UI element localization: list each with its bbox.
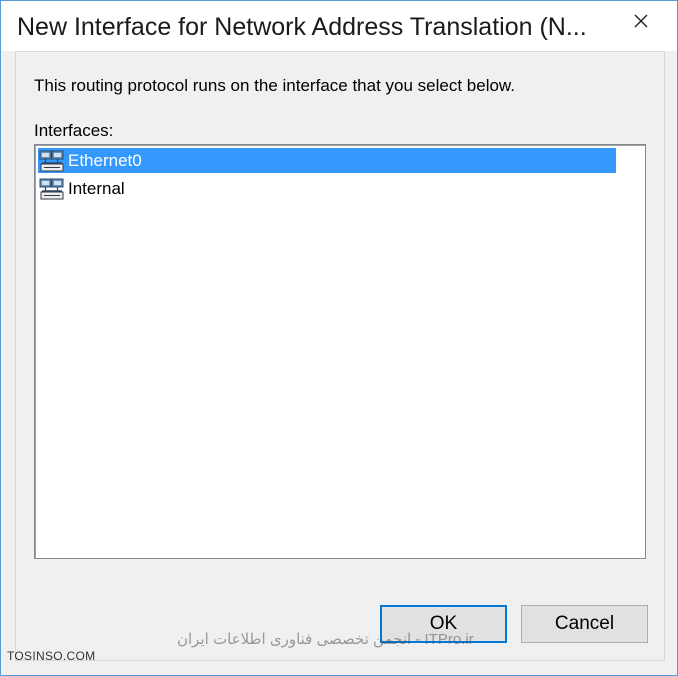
- dialog-description: This routing protocol runs on the interf…: [34, 76, 515, 95]
- watermark-left: TOSINSO.COM: [7, 649, 96, 663]
- window-title: New Interface for Network Address Transl…: [17, 13, 587, 41]
- network-adapter-icon: [38, 148, 66, 173]
- dialog-client-area: This routing protocol runs on the interf…: [15, 51, 665, 661]
- list-item-internal[interactable]: Internal: [38, 176, 125, 201]
- watermark-right: ITPro.ir - انجمن تخصصی فناوری اطلاعات ای…: [177, 631, 474, 648]
- list-item-label: Internal: [68, 178, 125, 198]
- title-bar[interactable]: New Interface for Network Address Transl…: [1, 1, 677, 51]
- interfaces-label: Interfaces:: [34, 121, 114, 140]
- list-item-ethernet0[interactable]: Ethernet0: [38, 148, 616, 173]
- network-adapter-icon: [38, 176, 66, 201]
- cancel-button[interactable]: Cancel: [521, 605, 648, 643]
- list-item-label: Ethernet0: [68, 150, 142, 170]
- interfaces-listbox[interactable]: Ethernet0 Internal: [34, 144, 646, 559]
- close-button[interactable]: [627, 7, 655, 35]
- close-icon: [634, 14, 648, 28]
- dialog-window: New Interface for Network Address Transl…: [0, 0, 678, 676]
